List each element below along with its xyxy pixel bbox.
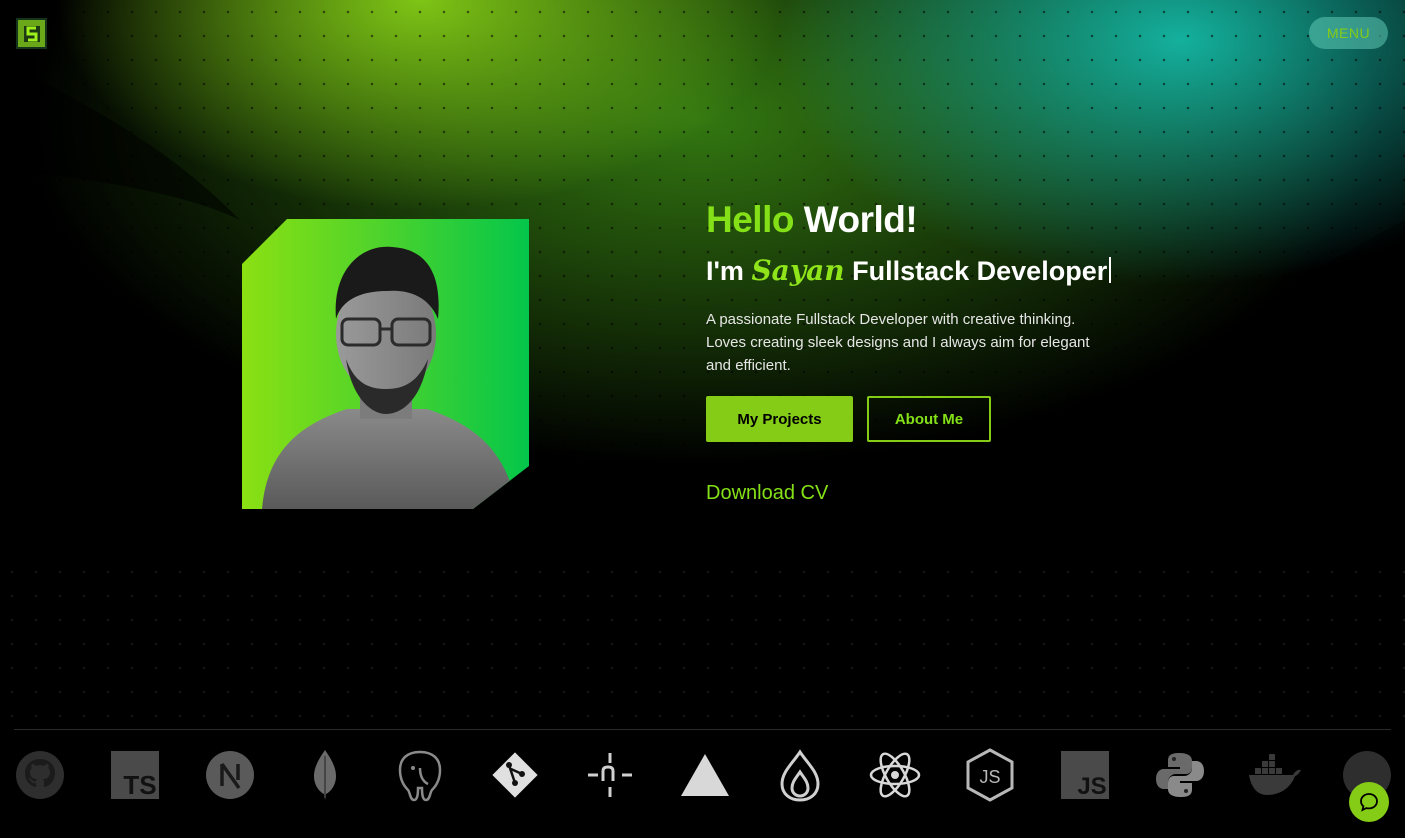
tech-item bbox=[867, 745, 923, 805]
tech-item bbox=[392, 745, 448, 805]
chat-bubble-icon bbox=[1360, 793, 1378, 812]
s-monogram-icon bbox=[23, 25, 40, 42]
svg-text:TS: TS bbox=[123, 770, 156, 800]
postgresql-icon bbox=[398, 750, 442, 802]
tech-item bbox=[1152, 745, 1208, 805]
tech-item bbox=[677, 745, 733, 805]
person-name: Sayan bbox=[751, 254, 845, 287]
world-word: World! bbox=[803, 199, 918, 240]
nextjs-icon bbox=[206, 751, 254, 799]
profile-photo bbox=[242, 219, 529, 509]
hero-description: A passionate Fullstack Developer with cr… bbox=[706, 311, 1090, 374]
role-text: Fullstack Developer bbox=[852, 256, 1108, 286]
tech-item bbox=[487, 745, 543, 805]
svg-text:JS: JS bbox=[979, 767, 1000, 787]
tech-item: JS bbox=[1057, 745, 1113, 805]
site-logo[interactable] bbox=[16, 18, 47, 49]
dot-grid-lower bbox=[0, 560, 1405, 728]
svg-text:JS: JS bbox=[1077, 773, 1106, 800]
tech-item bbox=[582, 745, 638, 805]
github-icon bbox=[16, 751, 64, 799]
hero-content: Hello World! I'm Sayan Fullstack Develop… bbox=[706, 198, 1166, 505]
tech-stack-marquee: TS JS JS bbox=[0, 745, 1405, 805]
tech-item bbox=[297, 745, 353, 805]
page-title: Hello World! bbox=[706, 198, 1166, 242]
about-me-button[interactable]: About Me bbox=[867, 396, 991, 442]
tech-item bbox=[1247, 745, 1303, 805]
im-text: I'm bbox=[706, 256, 744, 286]
git-icon bbox=[492, 752, 538, 798]
tech-item: TS bbox=[107, 745, 163, 805]
sanity-icon bbox=[780, 749, 820, 802]
tech-item bbox=[772, 745, 828, 805]
tech-item: JS bbox=[962, 745, 1018, 805]
download-cv-link[interactable]: Download CV bbox=[706, 482, 1166, 505]
javascript-icon: JS bbox=[1061, 751, 1109, 800]
chat-button[interactable] bbox=[1349, 782, 1389, 822]
hello-word: Hello bbox=[706, 199, 794, 240]
person-silhouette-icon bbox=[262, 246, 517, 509]
tech-divider bbox=[14, 729, 1391, 730]
tech-item bbox=[202, 745, 258, 805]
menu-button[interactable]: MENU bbox=[1309, 17, 1388, 49]
hero-buttons: My Projects About Me bbox=[706, 396, 1166, 442]
my-projects-button[interactable]: My Projects bbox=[706, 396, 853, 442]
react-icon bbox=[869, 752, 921, 798]
python-icon bbox=[1156, 753, 1204, 797]
netlify-icon bbox=[588, 753, 632, 797]
nodejs-icon: JS bbox=[966, 748, 1014, 802]
docker-icon bbox=[1249, 754, 1301, 795]
mongodb-icon bbox=[314, 750, 336, 800]
tech-item bbox=[12, 745, 68, 805]
vercel-icon bbox=[681, 754, 729, 796]
role-heading: I'm Sayan Fullstack Developer bbox=[706, 254, 1166, 288]
typescript-icon: TS bbox=[111, 751, 159, 800]
typing-caret bbox=[1109, 257, 1112, 283]
